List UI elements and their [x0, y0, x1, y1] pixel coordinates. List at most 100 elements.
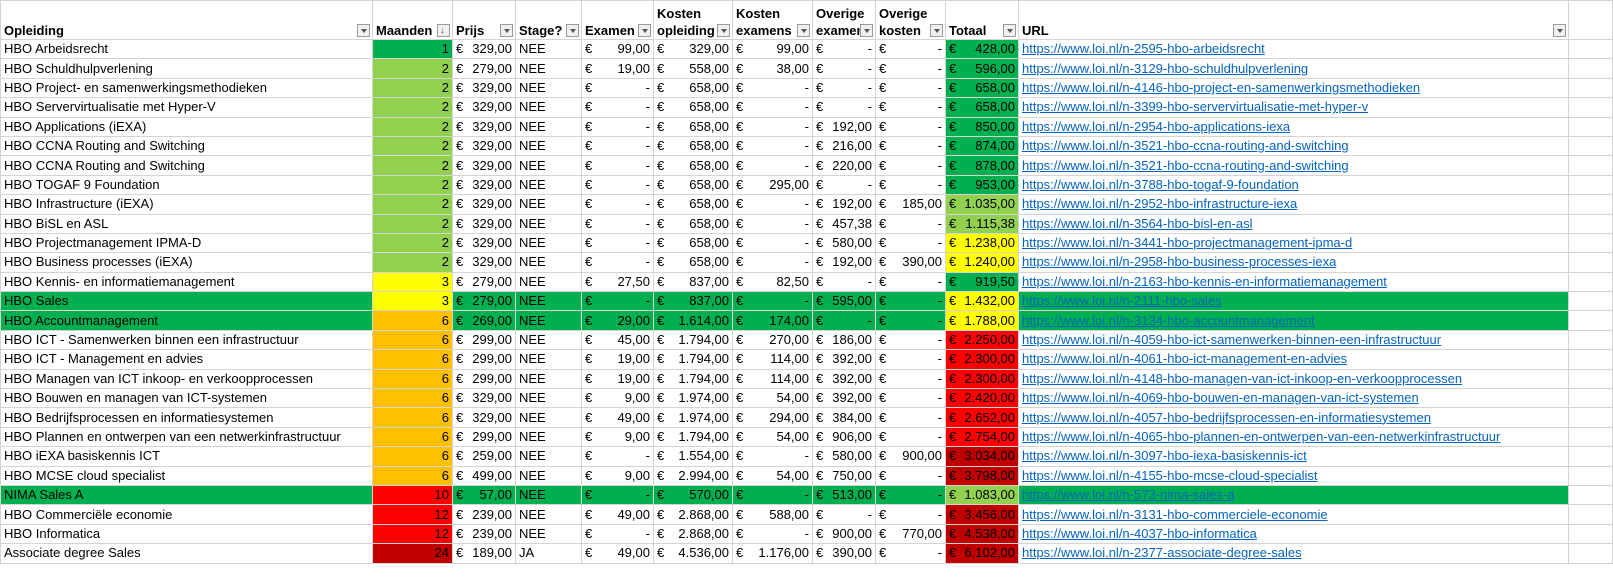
overige-examen-cell[interactable]: €513,00 [812, 484, 876, 506]
overige-examen-cell[interactable]: € - [812, 310, 876, 331]
stage-cell[interactable]: NEE [515, 291, 582, 312]
kosten-opleiding-cell[interactable]: €1.614,00 [653, 310, 733, 331]
prijs-cell[interactable]: €299,00 [452, 368, 516, 390]
kosten-examens-cell[interactable]: €114,00 [732, 349, 813, 370]
url-cell[interactable]: https://www.loi.nl/n-2111-hbo-sales [1018, 291, 1569, 312]
kosten-opleiding-cell[interactable]: €2.994,00 [653, 465, 733, 486]
url-link[interactable]: https://www.loi.nl/n-2952-hbo-infrastruc… [1022, 196, 1297, 211]
opleiding-cell[interactable]: HBO Infrastructure (iEXA) [0, 194, 373, 215]
totaal-cell[interactable]: €2.652,00 [945, 407, 1019, 428]
maanden-cell[interactable]: 2 [372, 232, 453, 254]
stage-cell[interactable]: NEE [515, 388, 582, 409]
kosten-opleiding-cell[interactable]: €329,00 [653, 38, 733, 60]
url-cell[interactable]: https://www.loi.nl/n-2595-hbo-arbeidsrec… [1018, 38, 1569, 60]
maanden-cell[interactable]: 2 [372, 174, 453, 196]
examen-cell[interactable]: € - [581, 523, 654, 545]
maanden-cell[interactable]: 3 [372, 271, 453, 293]
stage-cell[interactable]: NEE [515, 310, 582, 331]
prijs-cell[interactable]: €329,00 [452, 38, 516, 60]
filter-dropdown-button[interactable] [930, 24, 943, 37]
kosten-examens-cell[interactable]: € - [732, 213, 813, 234]
kosten-examens-cell[interactable]: € - [732, 155, 813, 176]
url-cell[interactable]: https://www.loi.nl/n-4069-hbo-bouwen-en-… [1018, 388, 1569, 409]
totaal-cell[interactable]: €850,00 [945, 116, 1019, 137]
examen-cell[interactable]: € - [581, 77, 654, 99]
opleiding-cell[interactable]: NIMA Sales A [0, 484, 373, 506]
kosten-examens-cell[interactable]: €38,00 [732, 58, 813, 79]
kosten-examens-cell[interactable]: €294,00 [732, 407, 813, 428]
overige-examen-cell[interactable]: € - [812, 174, 876, 196]
kosten-examens-cell[interactable]: € - [732, 77, 813, 99]
url-link[interactable]: https://www.loi.nl/n-4155-hbo-mcse-cloud… [1022, 468, 1318, 483]
filter-dropdown-button[interactable] [500, 24, 513, 37]
stage-cell[interactable]: NEE [515, 194, 582, 215]
kosten-opleiding-cell[interactable]: €4.536,00 [653, 543, 733, 564]
kosten-examens-cell[interactable]: €54,00 [732, 426, 813, 448]
totaal-cell[interactable]: €6.102,00 [945, 543, 1019, 564]
url-cell[interactable]: https://www.loi.nl/n-2952-hbo-infrastruc… [1018, 194, 1569, 215]
stage-cell[interactable]: NEE [515, 349, 582, 370]
opleiding-cell[interactable]: HBO TOGAF 9 Foundation [0, 174, 373, 196]
prijs-cell[interactable]: €259,00 [452, 446, 516, 467]
opleiding-cell[interactable]: HBO Applications (iEXA) [0, 116, 373, 137]
totaal-cell[interactable]: €3.456,00 [945, 504, 1019, 525]
url-link[interactable]: https://www.loi.nl/n-3134-hbo-accountman… [1022, 313, 1315, 328]
maanden-cell[interactable]: 6 [372, 426, 453, 448]
url-link[interactable]: https://www.loi.nl/n-4069-hbo-bouwen-en-… [1022, 390, 1419, 405]
stage-cell[interactable]: NEE [515, 174, 582, 196]
opleiding-cell[interactable]: HBO Informatica [0, 523, 373, 545]
overige-examen-cell[interactable]: €192,00 [812, 252, 876, 273]
examen-cell[interactable]: € - [581, 97, 654, 118]
opleiding-cell[interactable]: Associate degree Sales [0, 543, 373, 564]
opleiding-cell[interactable]: HBO Commerciële economie [0, 504, 373, 525]
totaal-cell[interactable]: €658,00 [945, 77, 1019, 99]
kosten-examens-cell[interactable]: €114,00 [732, 368, 813, 390]
kosten-opleiding-cell[interactable]: €1.554,00 [653, 446, 733, 467]
url-cell[interactable]: https://www.loi.nl/n-4037-hbo-informatic… [1018, 523, 1569, 545]
overige-examen-cell[interactable]: € - [812, 97, 876, 118]
examen-cell[interactable]: € - [581, 194, 654, 215]
maanden-cell[interactable]: 2 [372, 155, 453, 176]
kosten-examens-cell[interactable]: €270,00 [732, 329, 813, 351]
overige-kosten-cell[interactable]: € - [875, 310, 946, 331]
overige-examen-cell[interactable]: €192,00 [812, 194, 876, 215]
url-cell[interactable]: https://www.loi.nl/n-3399-hbo-servervirt… [1018, 97, 1569, 118]
overige-kosten-cell[interactable]: € - [875, 291, 946, 312]
kosten-examens-cell[interactable]: € - [732, 291, 813, 312]
filter-dropdown-button[interactable] [797, 24, 810, 37]
kosten-opleiding-cell[interactable]: €2.868,00 [653, 523, 733, 545]
stage-cell[interactable]: NEE [515, 252, 582, 273]
kosten-examens-cell[interactable]: € - [732, 484, 813, 506]
stage-cell[interactable]: NEE [515, 446, 582, 467]
overige-examen-cell[interactable]: €392,00 [812, 388, 876, 409]
overige-examen-cell[interactable]: €192,00 [812, 116, 876, 137]
examen-cell[interactable]: €45,00 [581, 329, 654, 351]
kosten-examens-cell[interactable]: € - [732, 116, 813, 137]
examen-cell[interactable]: € - [581, 155, 654, 176]
opleiding-cell[interactable]: HBO Arbeidsrecht [0, 38, 373, 60]
overige-kosten-cell[interactable]: € - [875, 465, 946, 486]
prijs-cell[interactable]: €329,00 [452, 194, 516, 215]
prijs-cell[interactable]: €57,00 [452, 484, 516, 506]
sort-filter-button[interactable] [437, 22, 450, 39]
totaal-cell[interactable]: €3.034,00 [945, 446, 1019, 467]
maanden-cell[interactable]: 6 [372, 388, 453, 409]
url-link[interactable]: https://www.loi.nl/n-3131-hbo-commerciel… [1022, 507, 1328, 522]
prijs-cell[interactable]: €299,00 [452, 349, 516, 370]
stage-cell[interactable]: NEE [515, 116, 582, 137]
totaal-cell[interactable]: €1.240,00 [945, 252, 1019, 273]
overige-kosten-cell[interactable]: € - [875, 349, 946, 370]
url-cell[interactable]: https://www.loi.nl/n-3441-hbo-projectman… [1018, 232, 1569, 254]
stage-cell[interactable]: NEE [515, 213, 582, 234]
kosten-opleiding-cell[interactable]: €837,00 [653, 271, 733, 293]
url-cell[interactable]: https://www.loi.nl/n-573-nima-sales-a [1018, 484, 1569, 506]
overige-kosten-cell[interactable]: €770,00 [875, 523, 946, 545]
examen-cell[interactable]: €29,00 [581, 310, 654, 331]
kosten-opleiding-cell[interactable]: €658,00 [653, 252, 733, 273]
filter-dropdown-button[interactable] [860, 24, 873, 37]
totaal-cell[interactable]: €1.238,00 [945, 232, 1019, 254]
totaal-cell[interactable]: €596,00 [945, 58, 1019, 79]
kosten-examens-cell[interactable]: €82,50 [732, 271, 813, 293]
url-cell[interactable]: https://www.loi.nl/n-3134-hbo-accountman… [1018, 310, 1569, 331]
totaal-cell[interactable]: €919,50 [945, 271, 1019, 293]
